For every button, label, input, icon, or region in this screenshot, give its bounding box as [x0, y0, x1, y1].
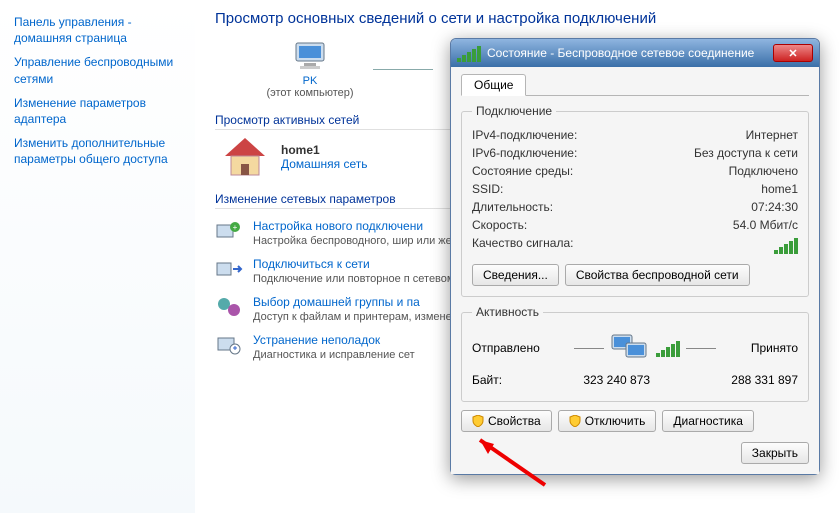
speed-label: Скорость:: [472, 218, 527, 232]
homegroup-icon: [215, 295, 243, 319]
activity-group: Активность Отправлено Принято Байт: 323 …: [461, 305, 809, 402]
page-heading: Просмотр основных сведений о сети и наст…: [215, 10, 819, 27]
ipv4-value: Интернет: [746, 128, 798, 142]
house-icon: [221, 136, 269, 178]
activity-line: [686, 348, 716, 349]
active-network-type[interactable]: Домашняя сеть: [281, 157, 367, 171]
duration-label: Длительность:: [472, 200, 553, 214]
ssid-value: home1: [761, 182, 798, 196]
tab-general[interactable]: Общие: [461, 74, 526, 96]
diagnostics-button[interactable]: Диагностика: [662, 410, 754, 432]
new-connection-icon: +: [215, 219, 243, 243]
signal-label: Качество сигнала:: [472, 236, 573, 254]
dialog-title: Состояние - Беспроводное сетевое соедине…: [487, 46, 773, 60]
dialog-titlebar[interactable]: Состояние - Беспроводное сетевое соедине…: [451, 39, 819, 67]
computers-icon: [610, 331, 650, 365]
details-button[interactable]: Сведения...: [472, 264, 559, 286]
tab-strip: Общие: [461, 73, 809, 96]
sidebar-link-wireless[interactable]: Управление беспроводными сетями: [0, 50, 195, 90]
activity-legend: Активность: [472, 305, 543, 319]
signal-icon: [656, 339, 680, 357]
wireless-props-button[interactable]: Свойства беспроводной сети: [565, 264, 750, 286]
recv-label: Принято: [751, 341, 798, 355]
shield-icon: [472, 415, 484, 427]
media-value: Подключено: [729, 164, 798, 178]
active-network-name: home1: [281, 143, 367, 157]
sidebar: Панель управления - домашняя страница Уп…: [0, 0, 195, 513]
sent-label: Отправлено: [472, 341, 540, 355]
shield-icon: [569, 415, 581, 427]
task-troubleshoot[interactable]: Устранение неполадок: [253, 333, 415, 347]
bytes-recv-value: 288 331 897: [731, 373, 798, 387]
ipv4-label: IPv4-подключение:: [472, 128, 577, 142]
signal-bars-icon: [774, 236, 798, 254]
close-dialog-button[interactable]: Закрыть: [741, 442, 809, 464]
map-pc-sub: (этот компьютер): [266, 87, 353, 99]
activity-line: [574, 348, 604, 349]
map-pc-label[interactable]: PK: [303, 75, 318, 87]
properties-button[interactable]: Свойства: [461, 410, 552, 432]
close-button[interactable]: ✕: [773, 44, 813, 62]
ssid-label: SSID:: [472, 182, 503, 196]
map-connector: [373, 69, 433, 70]
duration-value: 07:24:30: [751, 200, 798, 214]
svg-text:+: +: [233, 223, 238, 232]
bytes-label: Байт:: [472, 373, 502, 387]
ipv6-label: IPv6-подключение:: [472, 146, 577, 160]
bytes-sent-value: 323 240 873: [583, 373, 650, 387]
sidebar-link-home[interactable]: Панель управления - домашняя страница: [0, 10, 195, 50]
speed-value: 54.0 Мбит/с: [733, 218, 798, 232]
troubleshoot-icon: [215, 333, 243, 357]
sidebar-link-adapter[interactable]: Изменение параметров адаптера: [0, 91, 195, 131]
computer-icon: [290, 39, 330, 73]
connect-network-icon: [215, 257, 243, 281]
sidebar-link-sharing[interactable]: Изменить дополнительные параметры общего…: [0, 131, 195, 171]
status-dialog: Состояние - Беспроводное сетевое соедине…: [450, 38, 820, 475]
media-label: Состояние среды:: [472, 164, 573, 178]
ipv6-value: Без доступа к сети: [694, 146, 798, 160]
connection-legend: Подключение: [472, 104, 556, 118]
signal-icon: [457, 44, 481, 62]
connection-group: Подключение IPv4-подключение: Интернет IP…: [461, 104, 809, 297]
disable-button[interactable]: Отключить: [558, 410, 657, 432]
task-desc: Диагностика и исправление сет: [253, 349, 415, 361]
